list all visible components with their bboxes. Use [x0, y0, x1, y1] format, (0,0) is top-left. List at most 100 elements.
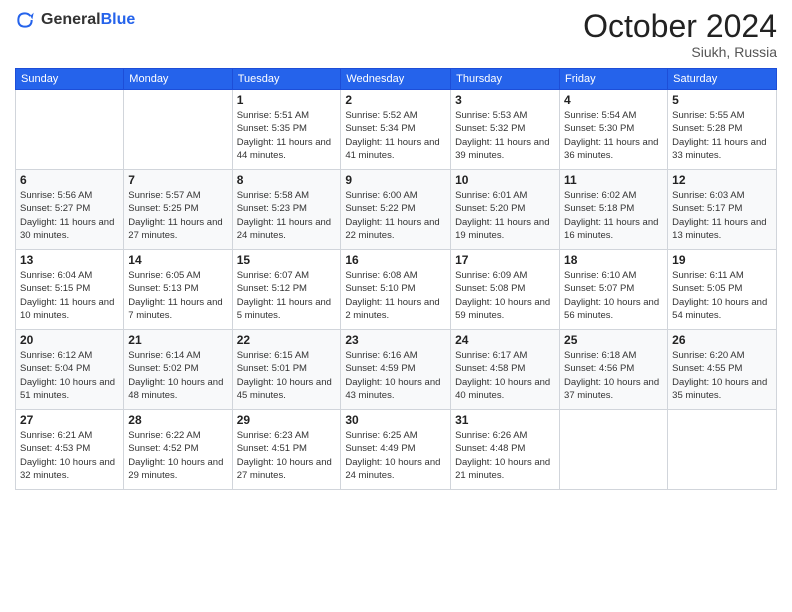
- col-monday: Monday: [124, 69, 232, 90]
- day-number: 25: [564, 333, 663, 347]
- day-number: 29: [237, 413, 337, 427]
- table-row: 7Sunrise: 5:57 AMSunset: 5:25 PMDaylight…: [124, 170, 232, 250]
- day-number: 13: [20, 253, 119, 267]
- day-info: Sunrise: 5:55 AMSunset: 5:28 PMDaylight:…: [672, 109, 772, 162]
- day-number: 6: [20, 173, 119, 187]
- table-row: 9Sunrise: 6:00 AMSunset: 5:22 PMDaylight…: [341, 170, 451, 250]
- table-row: 23Sunrise: 6:16 AMSunset: 4:59 PMDayligh…: [341, 330, 451, 410]
- day-number: 11: [564, 173, 663, 187]
- day-number: 21: [128, 333, 227, 347]
- table-row: 2 Sunrise: 5:52 AMSunset: 5:34 PMDaylight…: [341, 90, 451, 170]
- table-row: 18Sunrise: 6:10 AMSunset: 5:07 PMDayligh…: [560, 250, 668, 330]
- day-number: 20: [20, 333, 119, 347]
- table-row: [560, 410, 668, 490]
- day-info: Sunrise: 6:04 AMSunset: 5:15 PMDaylight:…: [20, 269, 119, 322]
- table-row: 10 Sunrise: 6:01 AMSunset: 5:20 PMDayligh…: [451, 170, 560, 250]
- day-info: Sunrise: 5:51 AMSunset: 5:35 PMDaylight:…: [237, 109, 337, 162]
- day-number: 27: [20, 413, 119, 427]
- table-row: 20 Sunrise: 6:12 AMSunset: 5:04 PMDayligh…: [16, 330, 124, 410]
- day-info: Sunrise: 5:57 AMSunset: 5:25 PMDaylight:…: [128, 189, 227, 242]
- day-number: 31: [455, 413, 555, 427]
- day-number: 23: [345, 333, 446, 347]
- day-info: Sunrise: 5:52 AMSunset: 5:34 PMDaylight:…: [345, 109, 446, 162]
- day-number: 30: [345, 413, 446, 427]
- table-row: 11Sunrise: 6:02 AMSunset: 5:18 PMDayligh…: [560, 170, 668, 250]
- table-row: 21Sunrise: 6:14 AMSunset: 5:02 PMDayligh…: [124, 330, 232, 410]
- col-wednesday: Wednesday: [341, 69, 451, 90]
- day-info: Sunrise: 6:00 AMSunset: 5:22 PMDaylight:…: [345, 189, 446, 242]
- day-info: Sunrise: 6:25 AMSunset: 4:49 PMDaylight:…: [345, 429, 446, 482]
- day-number: 15: [237, 253, 337, 267]
- day-info: Sunrise: 6:21 AMSunset: 4:53 PMDaylight:…: [20, 429, 119, 482]
- day-number: 10: [455, 173, 555, 187]
- header: GeneralBlue October 2024 Siukh, Russia: [15, 10, 777, 60]
- table-row: 19Sunrise: 6:11 AMSunset: 5:05 PMDayligh…: [668, 250, 777, 330]
- col-friday: Friday: [560, 69, 668, 90]
- calendar-week-row: 27 Sunrise: 6:21 AMSunset: 4:53 PMDayligh…: [16, 410, 777, 490]
- table-row: 30 Sunrise: 6:25 AMSunset: 4:49 PMDayligh…: [341, 410, 451, 490]
- table-row: 27 Sunrise: 6:21 AMSunset: 4:53 PMDayligh…: [16, 410, 124, 490]
- day-info: Sunrise: 6:08 AMSunset: 5:10 PMDaylight:…: [345, 269, 446, 322]
- table-row: 6 Sunrise: 5:56 AMSunset: 5:27 PMDaylight…: [16, 170, 124, 250]
- day-info: Sunrise: 6:22 AMSunset: 4:52 PMDaylight:…: [128, 429, 227, 482]
- table-row: [668, 410, 777, 490]
- day-info: Sunrise: 6:18 AMSunset: 4:56 PMDaylight:…: [564, 349, 663, 402]
- day-info: Sunrise: 6:15 AMSunset: 5:01 PMDaylight:…: [237, 349, 337, 402]
- day-info: Sunrise: 6:10 AMSunset: 5:07 PMDaylight:…: [564, 269, 663, 322]
- day-info: Sunrise: 5:56 AMSunset: 5:27 PMDaylight:…: [20, 189, 119, 242]
- table-row: 22 Sunrise: 6:15 AMSunset: 5:01 PMDayligh…: [232, 330, 341, 410]
- table-row: 14Sunrise: 6:05 AMSunset: 5:13 PMDayligh…: [124, 250, 232, 330]
- logo-icon: [15, 10, 35, 30]
- table-row: 13 Sunrise: 6:04 AMSunset: 5:15 PMDayligh…: [16, 250, 124, 330]
- day-info: Sunrise: 6:12 AMSunset: 5:04 PMDaylight:…: [20, 349, 119, 402]
- day-number: 8: [237, 173, 337, 187]
- day-info: Sunrise: 6:01 AMSunset: 5:20 PMDaylight:…: [455, 189, 555, 242]
- logo-general: GeneralBlue: [41, 11, 135, 29]
- col-tuesday: Tuesday: [232, 69, 341, 90]
- table-row: 26 Sunrise: 6:20 AMSunset: 4:55 PMDayligh…: [668, 330, 777, 410]
- table-row: 5 Sunrise: 5:55 AMSunset: 5:28 PMDaylight…: [668, 90, 777, 170]
- day-number: 2: [345, 93, 446, 107]
- table-row: 25 Sunrise: 6:18 AMSunset: 4:56 PMDayligh…: [560, 330, 668, 410]
- calendar-week-row: 6 Sunrise: 5:56 AMSunset: 5:27 PMDaylight…: [16, 170, 777, 250]
- day-number: 12: [672, 173, 772, 187]
- table-row: 4 Sunrise: 5:54 AMSunset: 5:30 PMDaylight…: [560, 90, 668, 170]
- table-row: 28 Sunrise: 6:22 AMSunset: 4:52 PMDayligh…: [124, 410, 232, 490]
- day-number: 4: [564, 93, 663, 107]
- table-row: 1Sunrise: 5:51 AMSunset: 5:35 PMDaylight…: [232, 90, 341, 170]
- table-row: 29 Sunrise: 6:23 AMSunset: 4:51 PMDayligh…: [232, 410, 341, 490]
- calendar-week-row: 13 Sunrise: 6:04 AMSunset: 5:15 PMDayligh…: [16, 250, 777, 330]
- table-row: 17 Sunrise: 6:09 AMSunset: 5:08 PMDayligh…: [451, 250, 560, 330]
- calendar-week-row: 20 Sunrise: 6:12 AMSunset: 5:04 PMDayligh…: [16, 330, 777, 410]
- day-number: 28: [128, 413, 227, 427]
- page-container: GeneralBlue October 2024 Siukh, Russia S…: [0, 0, 792, 495]
- day-number: 26: [672, 333, 772, 347]
- day-number: 24: [455, 333, 555, 347]
- day-info: Sunrise: 5:54 AMSunset: 5:30 PMDaylight:…: [564, 109, 663, 162]
- calendar-week-row: 1Sunrise: 5:51 AMSunset: 5:35 PMDaylight…: [16, 90, 777, 170]
- table-row: 31Sunrise: 6:26 AMSunset: 4:48 PMDayligh…: [451, 410, 560, 490]
- table-row: [124, 90, 232, 170]
- day-info: Sunrise: 6:09 AMSunset: 5:08 PMDaylight:…: [455, 269, 555, 322]
- calendar-header-row: Sunday Monday Tuesday Wednesday Thursday…: [16, 69, 777, 90]
- table-row: [16, 90, 124, 170]
- table-row: 16Sunrise: 6:08 AMSunset: 5:10 PMDayligh…: [341, 250, 451, 330]
- col-sunday: Sunday: [16, 69, 124, 90]
- day-info: Sunrise: 6:23 AMSunset: 4:51 PMDaylight:…: [237, 429, 337, 482]
- day-number: 17: [455, 253, 555, 267]
- day-info: Sunrise: 6:07 AMSunset: 5:12 PMDaylight:…: [237, 269, 337, 322]
- col-saturday: Saturday: [668, 69, 777, 90]
- day-info: Sunrise: 6:20 AMSunset: 4:55 PMDaylight:…: [672, 349, 772, 402]
- table-row: 3Sunrise: 5:53 AMSunset: 5:32 PMDaylight…: [451, 90, 560, 170]
- table-row: 15 Sunrise: 6:07 AMSunset: 5:12 PMDayligh…: [232, 250, 341, 330]
- day-info: Sunrise: 6:11 AMSunset: 5:05 PMDaylight:…: [672, 269, 772, 322]
- day-info: Sunrise: 6:17 AMSunset: 4:58 PMDaylight:…: [455, 349, 555, 402]
- month-title: October 2024: [583, 10, 777, 42]
- day-info: Sunrise: 5:53 AMSunset: 5:32 PMDaylight:…: [455, 109, 555, 162]
- day-info: Sunrise: 5:58 AMSunset: 5:23 PMDaylight:…: [237, 189, 337, 242]
- location: Siukh, Russia: [583, 44, 777, 60]
- calendar: Sunday Monday Tuesday Wednesday Thursday…: [15, 68, 777, 490]
- day-number: 22: [237, 333, 337, 347]
- day-info: Sunrise: 6:03 AMSunset: 5:17 PMDaylight:…: [672, 189, 772, 242]
- day-number: 5: [672, 93, 772, 107]
